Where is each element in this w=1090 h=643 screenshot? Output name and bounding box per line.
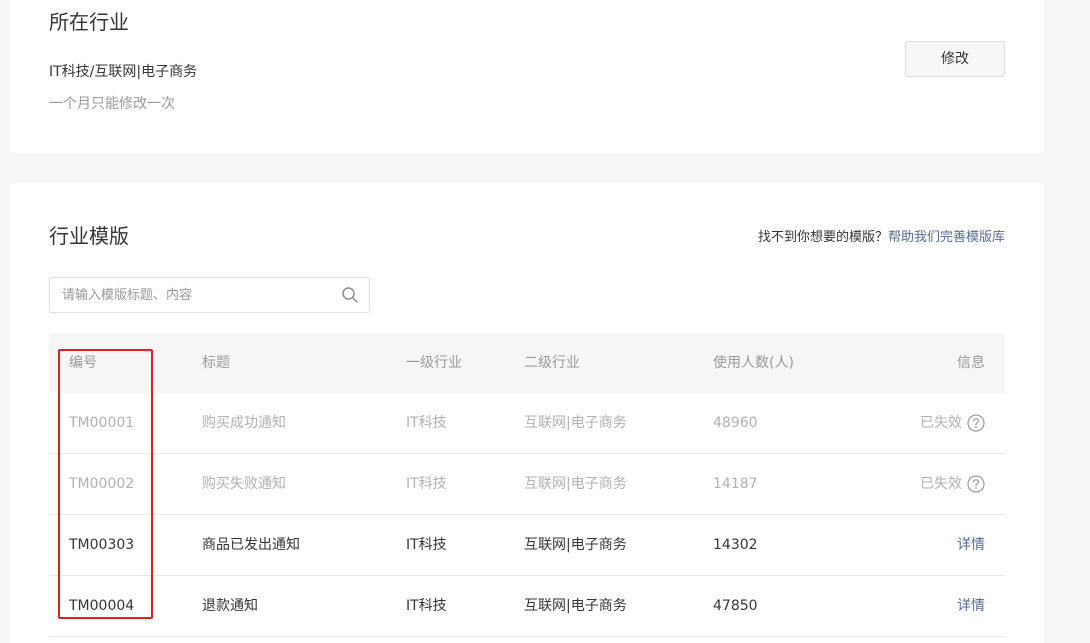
row-id: TM00004 xyxy=(69,598,135,614)
header-info: 信息 xyxy=(957,355,985,371)
row-level1: IT科技 xyxy=(406,415,447,431)
templates-title: 行业模版 xyxy=(49,224,129,248)
help-circle-icon[interactable] xyxy=(967,475,985,493)
template-help-text: 找不到你想要的模版？ xyxy=(757,230,888,245)
row-users: 14302 xyxy=(713,537,758,553)
industry-title: 所在行业 xyxy=(49,10,129,34)
row-info: 详情 xyxy=(957,515,985,575)
search-icon[interactable] xyxy=(341,286,359,304)
row-id: TM00002 xyxy=(69,476,135,492)
row-level2: 互联网|电子商务 xyxy=(524,537,627,553)
modify-button[interactable]: 修改 xyxy=(905,41,1005,77)
row-users: 14187 xyxy=(713,476,758,492)
table-header: 编号 标题 一级行业 二级行业 使用人数(人) 信息 xyxy=(49,333,1005,393)
expired-status: 已失效 xyxy=(920,476,962,492)
industry-note: 一个月只能修改一次 xyxy=(49,96,175,112)
row-id: TM00001 xyxy=(69,415,135,431)
row-level1: IT科技 xyxy=(406,598,447,614)
improve-library-link[interactable]: 帮助我们完善模版库 xyxy=(888,230,1005,245)
header-id: 编号 xyxy=(69,355,97,371)
header-title: 标题 xyxy=(202,355,230,371)
industry-value: IT科技/互联网|电子商务 xyxy=(49,64,198,80)
search-input[interactable] xyxy=(50,278,330,312)
industry-card: 所在行业 IT科技/互联网|电子商务 一个月只能修改一次 修改 xyxy=(10,0,1044,153)
row-info: 详情 xyxy=(957,576,985,636)
search-box xyxy=(49,277,370,313)
header-users: 使用人数(人) xyxy=(713,355,794,371)
table-row: TM00004 退款通知 IT科技 互联网|电子商务 47850 详情 xyxy=(49,576,1005,637)
header-level2: 二级行业 xyxy=(524,355,580,371)
table-row: TM00002 购买失败通知 IT科技 互联网|电子商务 14187 已失效 xyxy=(49,454,1005,515)
template-table: 编号 标题 一级行业 二级行业 使用人数(人) 信息 TM00001 购买成功通… xyxy=(49,333,1005,637)
row-title: 购买失败通知 xyxy=(202,476,286,492)
row-level2: 互联网|电子商务 xyxy=(524,415,627,431)
row-level1: IT科技 xyxy=(406,476,447,492)
row-info: 已失效 xyxy=(920,393,985,453)
table-row: TM00303 商品已发出通知 IT科技 互联网|电子商务 14302 详情 xyxy=(49,515,1005,576)
row-users: 48960 xyxy=(713,415,758,431)
row-title: 退款通知 xyxy=(202,598,258,614)
row-users: 47850 xyxy=(713,598,758,614)
templates-card: 行业模版 找不到你想要的模版？帮助我们完善模版库 编号 标题 一级行业 二级行业… xyxy=(10,183,1044,643)
row-level2: 互联网|电子商务 xyxy=(524,476,627,492)
detail-link[interactable]: 详情 xyxy=(957,598,985,614)
template-help: 找不到你想要的模版？帮助我们完善模版库 xyxy=(758,226,1005,245)
row-info: 已失效 xyxy=(920,454,985,514)
table-row: TM00001 购买成功通知 IT科技 互联网|电子商务 48960 已失效 xyxy=(49,393,1005,454)
help-circle-icon[interactable] xyxy=(967,414,985,432)
header-level1: 一级行业 xyxy=(406,355,462,371)
row-title: 购买成功通知 xyxy=(202,415,286,431)
expired-status: 已失效 xyxy=(920,415,962,431)
row-id: TM00303 xyxy=(69,537,135,553)
row-level2: 互联网|电子商务 xyxy=(524,598,627,614)
row-level1: IT科技 xyxy=(406,537,447,553)
row-title: 商品已发出通知 xyxy=(202,537,300,553)
detail-link[interactable]: 详情 xyxy=(957,537,985,553)
